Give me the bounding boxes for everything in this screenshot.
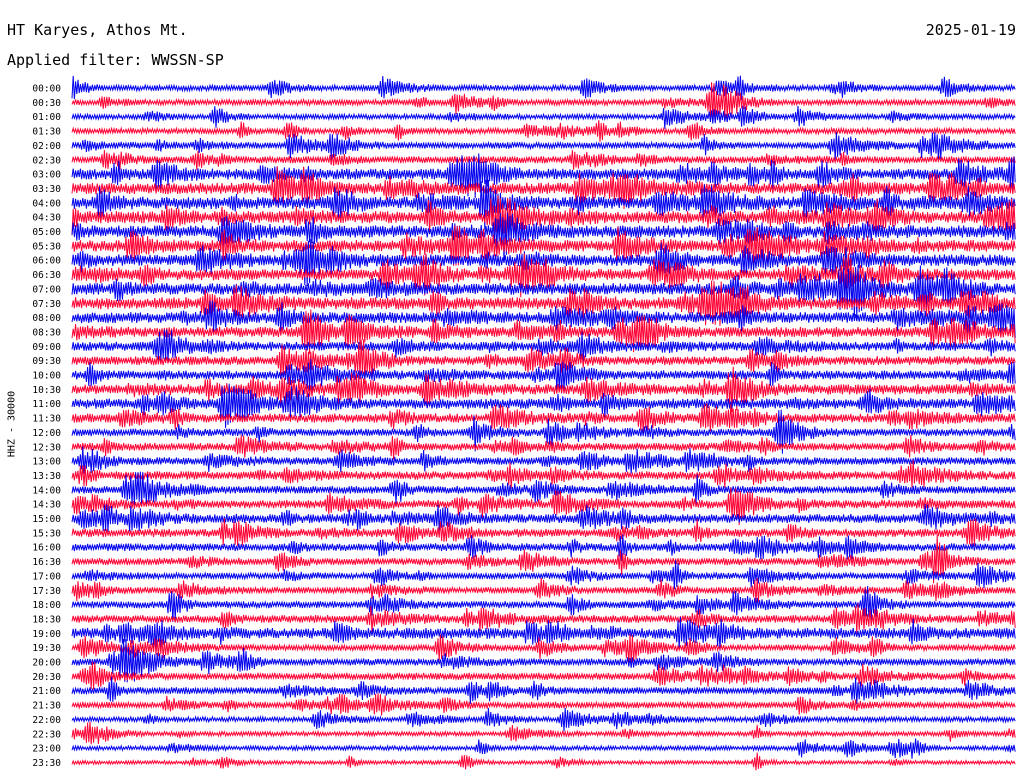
time-tick-label: 06:00 — [32, 256, 61, 267]
helicorder-plot: 00:00 00:30 01:00 01:30 02:00 02:30 03:00 03:30… — [32, 75, 1016, 771]
seismic-trace-row — [71, 577, 1016, 603]
time-tick-label: 10:30 — [32, 385, 61, 396]
time-tick-label: 02:00 — [32, 141, 61, 152]
time-tick-label: 22:30 — [32, 729, 61, 740]
time-tick-label: 04:30 — [32, 213, 61, 224]
time-tick-label: 10:00 — [32, 371, 61, 382]
time-tick-label: 11:00 — [32, 399, 61, 410]
time-tick-label: 13:30 — [32, 471, 61, 482]
time-tick-label: 14:00 — [32, 485, 61, 496]
time-tick-label: 15:00 — [32, 514, 61, 525]
time-tick-label: 11:30 — [32, 414, 61, 425]
time-tick-label: 03:00 — [32, 170, 61, 181]
time-tick-label: 23:00 — [32, 744, 61, 755]
time-tick-label: 09:30 — [32, 356, 61, 367]
seismic-trace-row — [71, 105, 1016, 129]
seismic-trace-row — [71, 150, 1016, 170]
time-tick-label: 01:00 — [32, 112, 61, 123]
seismic-trace-row — [71, 752, 1016, 771]
time-tick-label: 12:30 — [32, 442, 61, 453]
seismic-trace-row — [71, 738, 1016, 759]
seismic-trace-row — [71, 120, 1016, 142]
time-tick-label: 03:30 — [32, 184, 61, 195]
time-tick-label: 20:30 — [32, 672, 61, 683]
time-tick-label: 00:00 — [32, 84, 61, 95]
time-tick-label: 08:00 — [32, 313, 61, 324]
time-tick-label: 21:30 — [32, 701, 61, 712]
time-tick-label: 01:30 — [32, 127, 61, 138]
time-tick-label: 09:00 — [32, 342, 61, 353]
seismic-trace-row — [71, 721, 1016, 745]
time-tick-label: 00:30 — [32, 98, 61, 109]
time-tick-label: 18:30 — [32, 614, 61, 625]
time-tick-label: 04:00 — [32, 198, 61, 209]
time-tick-label: 16:00 — [32, 543, 61, 554]
time-tick-label: 12:00 — [32, 428, 61, 439]
time-tick-labels: 00:00 00:30 01:00 01:30 02:00 02:30 03:00 03:30… — [32, 84, 61, 769]
time-tick-label: 22:00 — [32, 715, 61, 726]
time-tick-label: 16:30 — [32, 557, 61, 568]
time-tick-label: 05:30 — [32, 241, 61, 252]
time-tick-label: 21:00 — [32, 686, 61, 697]
time-tick-label: 17:00 — [32, 571, 61, 582]
time-tick-label: 15:30 — [32, 528, 61, 539]
time-tick-label: 05:00 — [32, 227, 61, 238]
time-tick-label: 02:30 — [32, 155, 61, 166]
time-tick-label: 19:00 — [32, 629, 61, 640]
seismic-trace-row — [71, 132, 1016, 161]
seismic-traces — [71, 75, 1016, 771]
time-tick-label: 17:30 — [32, 586, 61, 597]
time-tick-label: 19:30 — [32, 643, 61, 654]
time-tick-label: 08:30 — [32, 327, 61, 338]
seismic-trace-row — [71, 434, 1016, 460]
time-tick-label: 20:00 — [32, 658, 61, 669]
seismic-trace-row — [71, 75, 1016, 101]
time-tick-label: 23:30 — [32, 758, 61, 769]
seismic-trace-row — [71, 503, 1016, 532]
seismic-trace-row — [71, 707, 1016, 732]
time-tick-label: 07:00 — [32, 284, 61, 295]
time-tick-label: 07:30 — [32, 299, 61, 310]
time-tick-label: 18:00 — [32, 600, 61, 611]
time-tick-label: 06:30 — [32, 270, 61, 281]
seismic-trace-row — [71, 446, 1016, 474]
time-tick-label: 14:30 — [32, 500, 61, 511]
time-tick-label: 13:00 — [32, 457, 61, 468]
